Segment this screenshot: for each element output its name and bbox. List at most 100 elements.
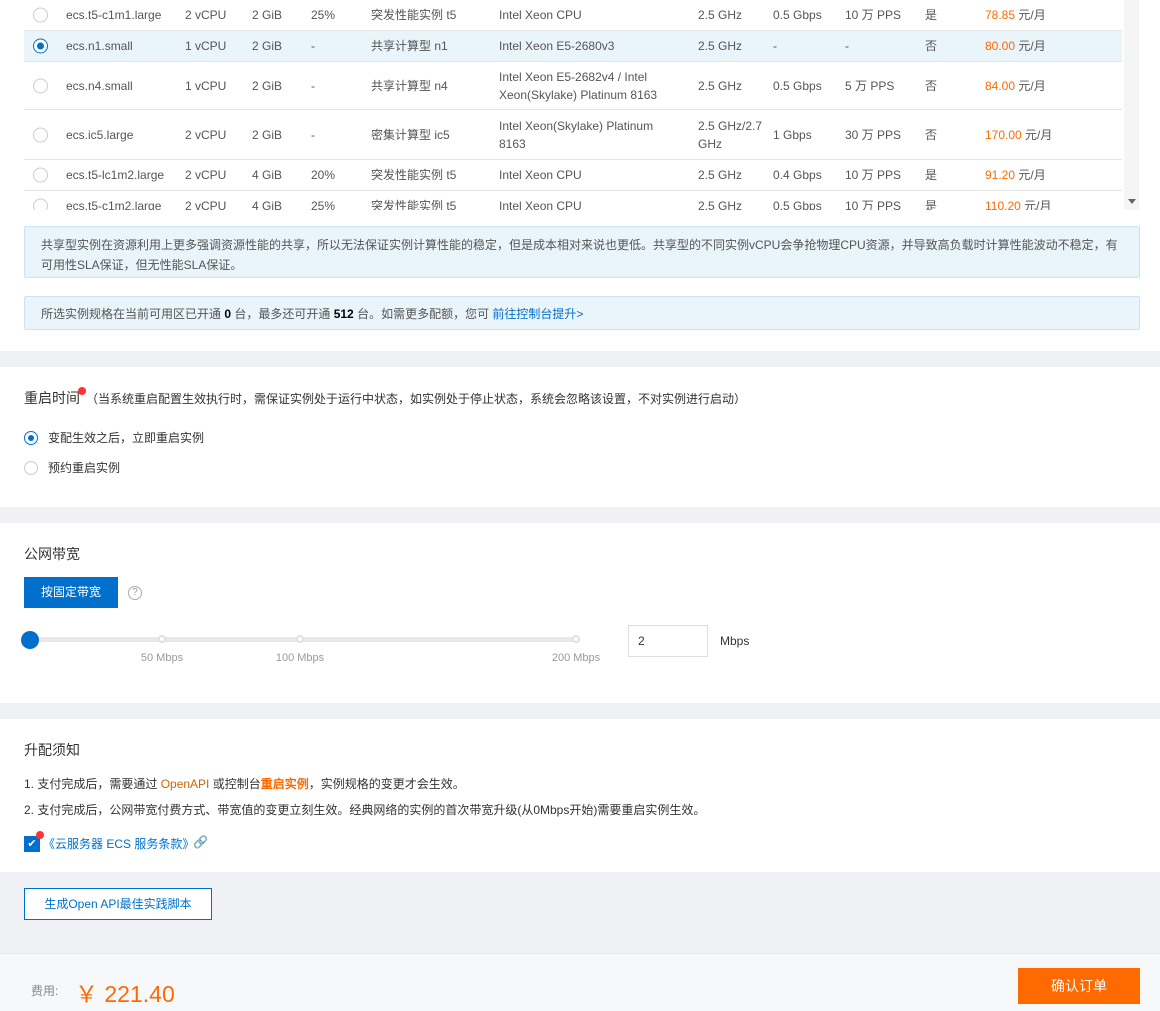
cell-name: ecs.t5-c1m2.large <box>66 199 162 210</box>
cell-price: 80.00 元/月 <box>985 37 1046 55</box>
cell-mem: 2 GiB <box>252 8 283 22</box>
quota-link[interactable]: 前往控制台提升> <box>492 307 583 321</box>
restart-option-immediate[interactable]: 变配生效之后，立即重启实例 <box>24 429 204 446</box>
price-value: 110.20 <box>985 199 1021 210</box>
cell-family: 共享计算型 n1 <box>371 39 448 53</box>
cell-cpu: Intel Xeon(Skylake) Platinum 8163 <box>499 118 654 151</box>
cell-baseline: - <box>311 78 315 93</box>
max-count: 512 <box>333 307 354 321</box>
cell-price: 110.20 元/月 <box>985 197 1052 210</box>
cell-bw: 0.5 Gbps <box>773 78 822 93</box>
cell-vcpu: 1 vCPU <box>185 78 227 93</box>
cell-price: 170.00 元/月 <box>985 126 1052 144</box>
price-value: 84.00 <box>985 78 1016 93</box>
radio-icon[interactable] <box>33 127 48 142</box>
radio-icon[interactable] <box>33 7 48 23</box>
option-label: 预约重启实例 <box>48 461 121 475</box>
bandwidth-input[interactable]: 2 <box>628 625 708 657</box>
scroll-down-icon[interactable] <box>1128 199 1136 204</box>
cell-pps: 10 万 PPS <box>845 199 902 210</box>
cell-ipv6: 否 <box>925 127 938 142</box>
amount-value: 221.40 <box>104 981 175 1007</box>
restart-section-title: 重启时间 （当系统重启配置生效执行时，需保证实例处于运行中状态，如实例处于停止状… <box>24 387 746 408</box>
table-row[interactable]: ecs.t5-c1m2.large 2 vCPU 4 GiB 25% 突发性能实例 t5… <box>24 191 1122 210</box>
cell-family: 突发性能实例 t5 <box>371 8 457 22</box>
note-text: 或控制台 <box>209 777 261 791</box>
cell-name: ecs.n1.small <box>66 39 133 53</box>
cell-family: 突发性能实例 t5 <box>371 199 457 210</box>
radio-checked-icon[interactable] <box>33 38 48 54</box>
radio-icon[interactable] <box>24 460 38 475</box>
slider-tick-label: 200 Mbps <box>551 652 601 664</box>
slider-tick[interactable] <box>296 635 304 643</box>
quota-text: 所选实例规格在当前可用区已开通 <box>41 307 225 321</box>
radio-icon[interactable] <box>33 198 48 210</box>
instance-type-table: ecs.t5-c1m1.large 2 vCPU 2 GiB 25% 突发性能实例 t5… <box>24 0 1124 210</box>
terms-link[interactable]: 《云服务器 ECS 服务条款》 <box>43 835 194 852</box>
price-unit: 元/月 <box>1018 8 1046 22</box>
price-unit: 元/月 <box>1025 127 1053 142</box>
price-value: 91.20 <box>985 168 1016 182</box>
slider-tick[interactable] <box>158 635 166 643</box>
cell-ipv6: 是 <box>925 168 938 182</box>
price-unit: 元/月 <box>1018 168 1046 182</box>
table-scrollbar[interactable] <box>1124 0 1139 210</box>
radio-checked-icon[interactable] <box>24 430 38 445</box>
table-row[interactable]: ecs.t5-c1m1.large 2 vCPU 2 GiB 25% 突发性能实例 t5… <box>24 0 1122 31</box>
cell-family: 共享计算型 n4 <box>371 78 448 93</box>
cell-vcpu: 1 vCPU <box>185 39 227 53</box>
price-unit: 元/月 <box>1024 199 1052 210</box>
table-row[interactable]: ecs.n4.small 1 vCPU 2 GiB - 共享计算型 n4 Intel Xe… <box>24 62 1122 110</box>
cell-baseline: - <box>311 39 315 53</box>
quota-info: 所选实例规格在当前可用区已开通 0 台，最多还可开通 512 台。如需更多配额，… <box>24 296 1140 330</box>
table-row[interactable]: ecs.t5-lc1m2.large 2 vCPU 4 GiB 20% 突发性能实例 t… <box>24 160 1122 191</box>
slider-handle[interactable] <box>21 631 39 649</box>
cell-freq: 2.5 GHz <box>698 78 743 93</box>
cell-vcpu: 2 vCPU <box>185 127 227 142</box>
cell-baseline: 25% <box>311 8 336 22</box>
cell-ipv6: 是 <box>925 8 938 22</box>
table-row[interactable]: ecs.n1.small 1 vCPU 2 GiB - 共享计算型 n1 Intel Xe… <box>24 31 1122 62</box>
cell-price: 91.20 元/月 <box>985 166 1046 184</box>
slider-tick[interactable] <box>572 635 580 643</box>
bandwidth-unit: Mbps <box>720 634 750 648</box>
help-icon[interactable]: ? <box>128 586 142 600</box>
cell-mem: 2 GiB <box>252 39 283 53</box>
restart-option-scheduled[interactable]: 预约重启实例 <box>24 459 120 476</box>
section-title: 升配须知 <box>24 742 80 758</box>
cell-freq: 2.5 GHz <box>698 199 743 210</box>
cell-baseline: - <box>311 127 315 142</box>
table-row[interactable]: ecs.ic5.large 2 vCPU 2 GiB - 密集计算型 ic5 Intel … <box>24 110 1122 160</box>
fee-label: 费用: <box>31 984 59 998</box>
section-title: 重启时间 <box>24 390 80 406</box>
slider-tick-label: 50 Mbps <box>140 652 184 664</box>
cell-name: ecs.ic5.large <box>66 127 134 142</box>
note-2: 2. 支付完成后，公网带宽付费方式、带宽值的变更立刻生效。经典网络的实例的首次带… <box>24 803 706 817</box>
cell-bw: - <box>773 39 777 53</box>
option-label: 变配生效之后，立即重启实例 <box>48 431 205 445</box>
radio-icon[interactable] <box>33 167 48 183</box>
link-icon[interactable]: 🔗 <box>193 835 208 849</box>
slider-tick-label: 100 Mbps <box>275 652 325 664</box>
generate-script-button[interactable]: 生成Open API最佳实践脚本 <box>24 888 212 920</box>
section-title: 公网带宽 <box>24 546 80 562</box>
cell-mem: 2 GiB <box>252 78 283 93</box>
confirm-order-button[interactable]: 确认订单 <box>1018 968 1140 1004</box>
cell-mem: 2 GiB <box>252 127 283 142</box>
cell-freq: 2.5 GHz <box>698 8 743 22</box>
quota-text: 台。如需更多配额，您可 <box>353 307 493 321</box>
cell-freq: 2.5 GHz <box>698 168 743 182</box>
cell-family: 密集计算型 ic5 <box>371 127 450 142</box>
cell-cpu: Intel Xeon CPU <box>499 168 582 182</box>
radio-icon[interactable] <box>33 78 48 93</box>
cell-vcpu: 2 vCPU <box>185 168 227 182</box>
price-unit: 元/月 <box>1018 39 1046 53</box>
restart-instance-link[interactable]: 重启实例 <box>261 777 309 791</box>
cell-cpu: Intel Xeon CPU <box>499 8 582 22</box>
shared-instance-info: 共享型实例在资源利用上更多强调资源性能的共享，所以无法保证实例计算性能的稳定，但… <box>24 226 1140 278</box>
currency-symbol: ￥ <box>75 981 98 1007</box>
note-text: 1. 支付完成后，需要通过 <box>24 777 161 791</box>
cell-mem: 4 GiB <box>252 199 283 210</box>
cell-pps: 5 万 PPS <box>845 78 895 93</box>
fixed-bandwidth-button[interactable]: 按固定带宽 <box>24 577 118 608</box>
